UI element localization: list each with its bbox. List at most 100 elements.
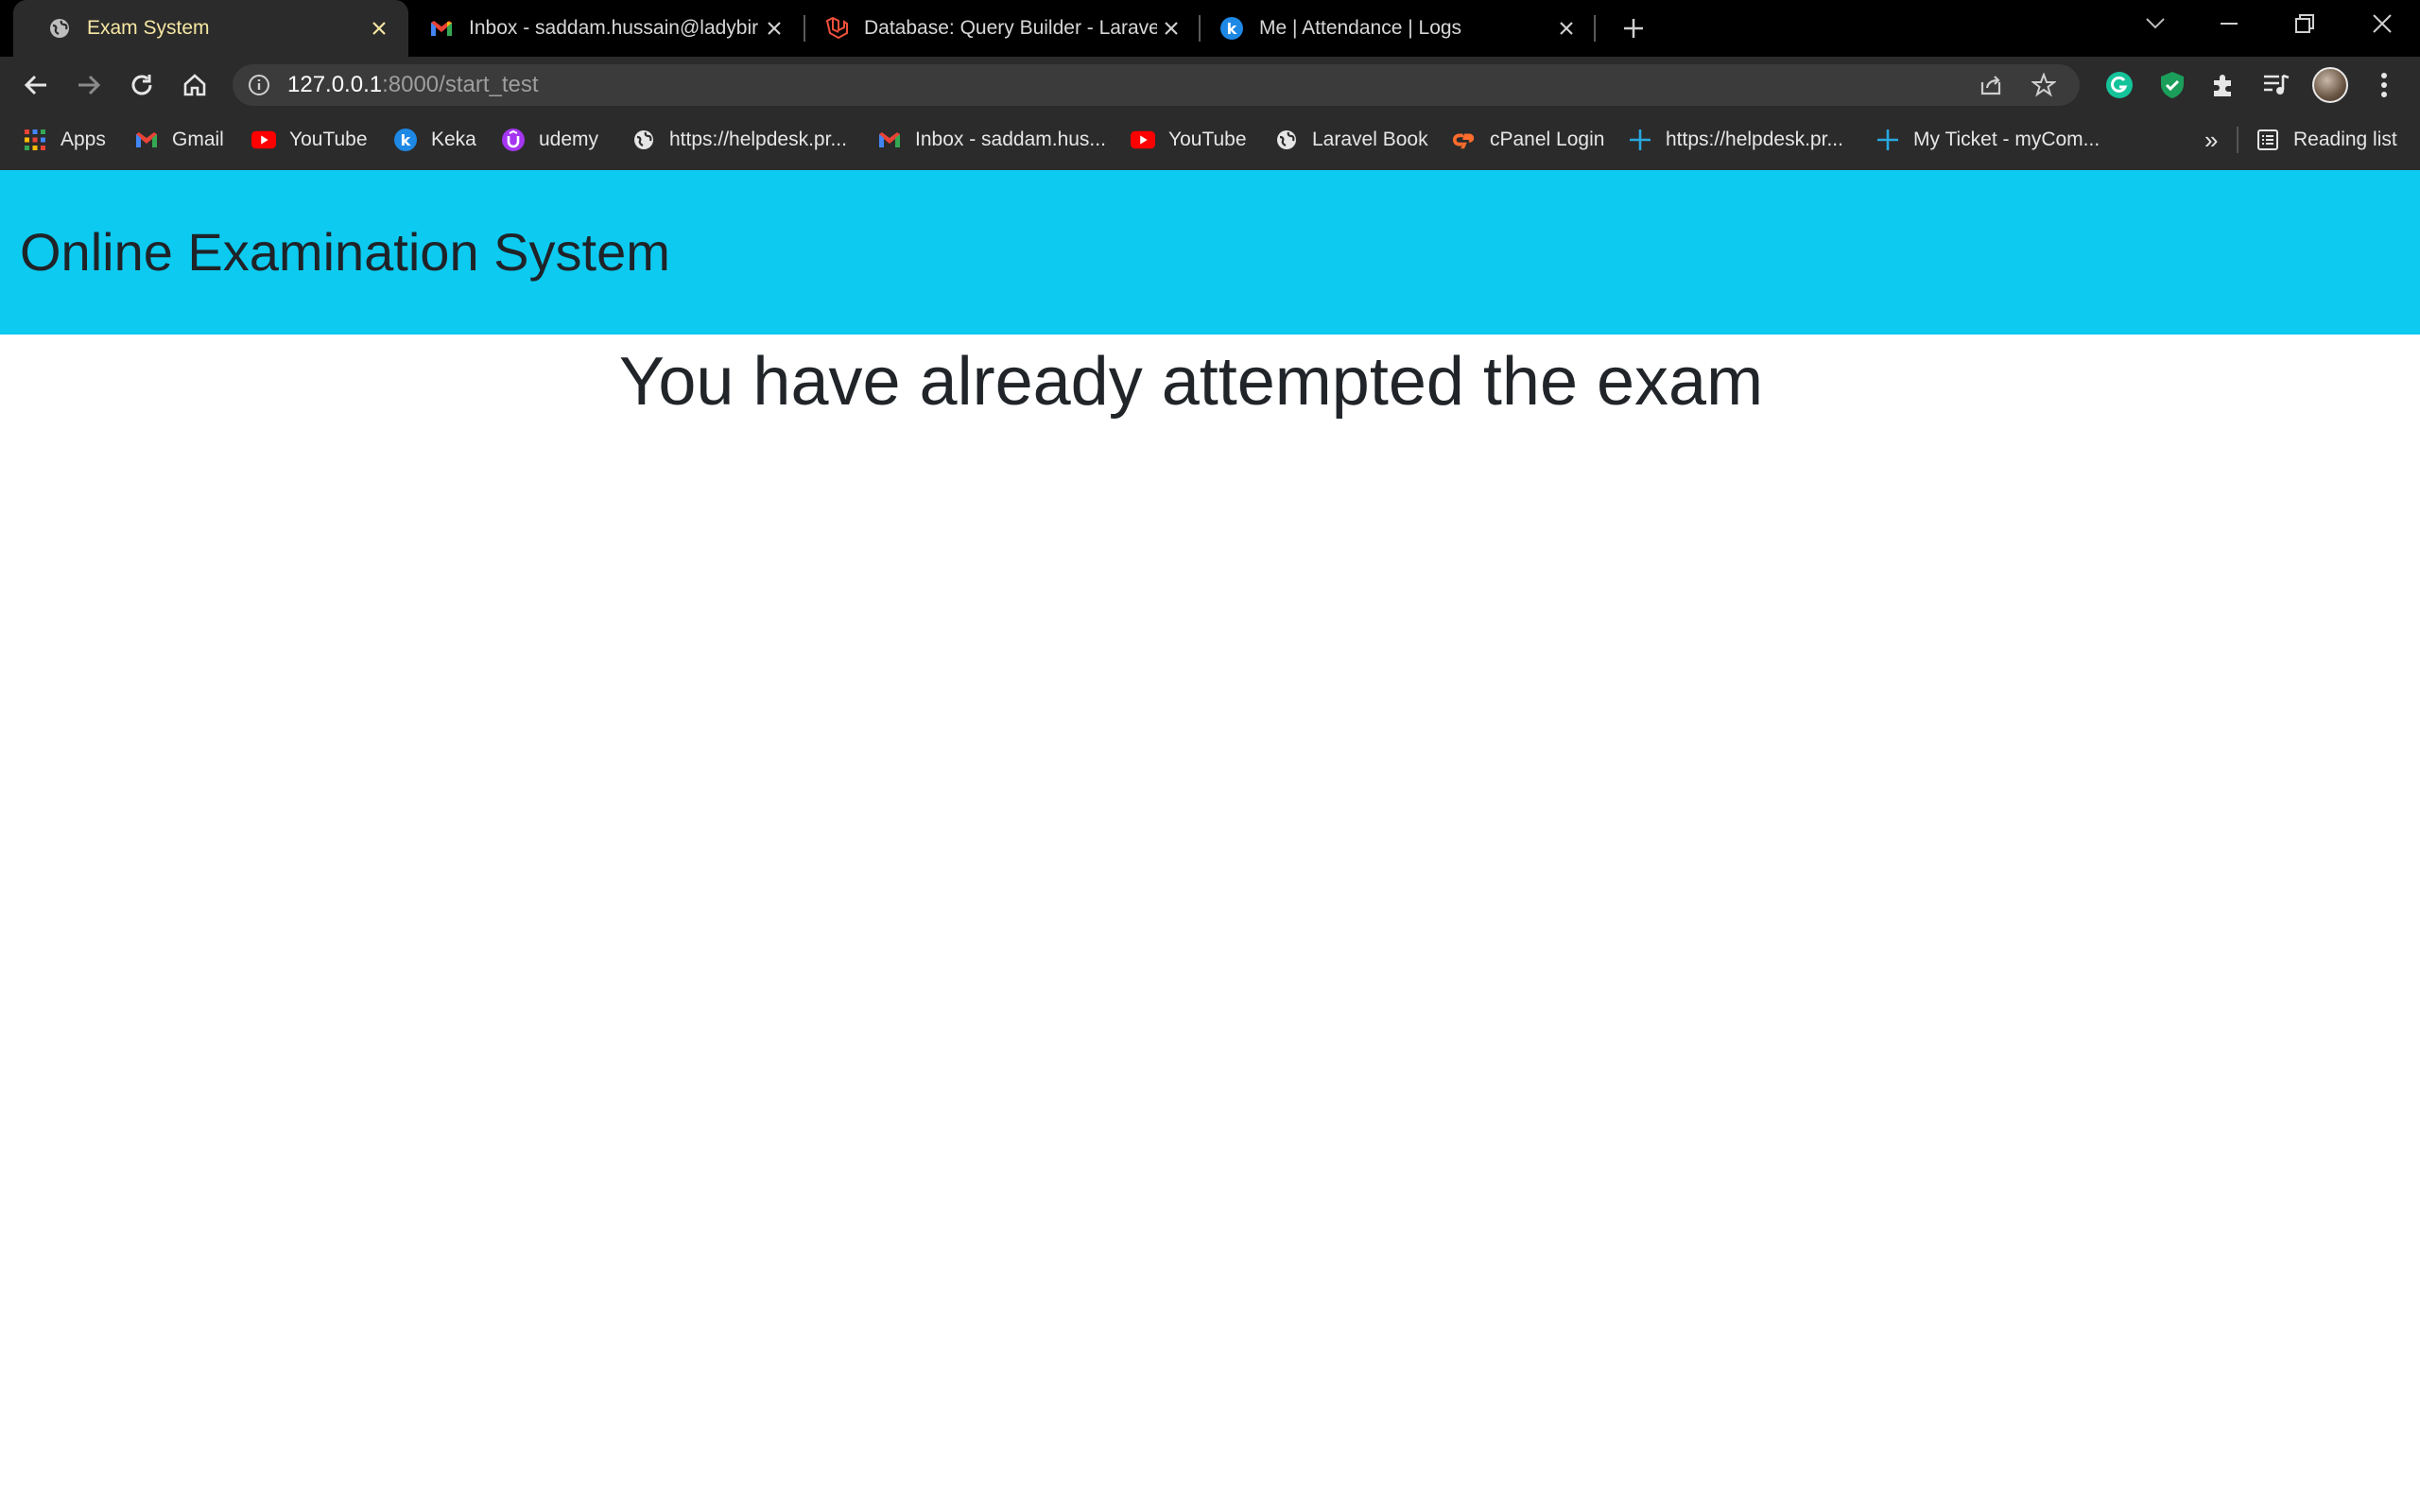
tab-title: Exam System [87, 17, 210, 39]
bookmark-star-icon[interactable] [2031, 72, 2057, 98]
tab-search-button[interactable] [2118, 0, 2193, 47]
site-header: Online Examination System [0, 170, 2420, 335]
tab-exam-system[interactable]: Exam System [13, 0, 408, 57]
bookmark-cpanel-login[interactable]: cPanel Login [1452, 113, 1604, 166]
close-tab-icon[interactable] [365, 14, 393, 43]
bookmark-label: YouTube [289, 129, 368, 150]
new-tab-button[interactable] [1616, 11, 1651, 45]
reading-list-icon [2256, 128, 2280, 152]
bookmark-keka[interactable]: k Keka [393, 113, 476, 166]
exam-status-message: You have already attempted the exam [618, 344, 1764, 420]
bookmark-label: https://helpdesk.pr... [1666, 129, 1843, 150]
svg-text:k: k [1227, 20, 1237, 38]
plus-cross-icon [1876, 128, 1900, 152]
bookmark-label: Laravel Book [1312, 129, 1428, 150]
close-tab-icon[interactable] [1157, 14, 1185, 43]
bookmarks-bar: Apps Gmail YouTube k Keka udemy https://… [0, 113, 2420, 170]
tab-laravel-query-builder[interactable]: Database: Query Builder - Laravel [805, 0, 1201, 57]
bookmark-gmail-inbox[interactable]: Inbox - saddam.hus... [877, 113, 1106, 166]
close-tab-icon[interactable] [760, 14, 788, 43]
browser-toolbar: 127.0.0.1:8000/start_test [0, 57, 2420, 113]
plus-cross-icon [1628, 128, 1652, 152]
bookmark-label: My Ticket - myCom... [1913, 129, 2100, 150]
bookmark-my-ticket[interactable]: My Ticket - myCom... [1876, 113, 2100, 166]
minimize-icon [2221, 23, 2238, 25]
youtube-icon [1131, 128, 1155, 152]
keka-icon: k [1219, 16, 1244, 41]
browser-tab-strip: Exam System Inbox - saddam.hussain@ladyb… [0, 0, 2420, 57]
minimize-button[interactable] [2191, 0, 2267, 47]
laravel-icon [824, 16, 849, 41]
tab-title: Me | Attendance | Logs [1259, 17, 1462, 39]
globe-icon [1274, 128, 1299, 152]
keka-icon: k [393, 128, 418, 152]
reading-list-label: Reading list [2293, 129, 2397, 150]
url-text: 127.0.0.1:8000/start_test [287, 64, 539, 106]
restore-button[interactable] [2267, 0, 2342, 47]
bookmark-label: Inbox - saddam.hus... [915, 129, 1106, 150]
reading-list-button[interactable]: Reading list [2256, 113, 2397, 166]
tab-gmail-inbox[interactable]: Inbox - saddam.hussain@ladybir [408, 0, 804, 57]
youtube-icon [251, 128, 276, 152]
bookmark-label: Keka [431, 129, 476, 150]
close-icon [2373, 14, 2392, 33]
tab-title: Inbox - saddam.hussain@ladybir [469, 17, 759, 39]
playlist-music-icon [2264, 74, 2290, 94]
bookmarks-overflow-button[interactable]: » [2204, 113, 2218, 166]
bookmark-label: https://helpdesk.pr... [669, 129, 847, 150]
home-icon [183, 74, 206, 96]
bookmark-label: cPanel Login [1490, 129, 1605, 150]
globe-icon [47, 16, 72, 41]
bookmark-youtube-2[interactable]: YouTube [1131, 113, 1247, 166]
gmail-icon [429, 16, 454, 41]
bookmark-label: YouTube [1168, 129, 1247, 150]
extensions-button[interactable] [2204, 66, 2242, 104]
shield-extension-button[interactable] [2153, 66, 2191, 104]
shield-icon [2161, 72, 2184, 98]
share-icon[interactable] [1978, 72, 2004, 98]
url-path: :8000/start_test [382, 72, 539, 97]
gmail-icon [877, 128, 902, 152]
gmail-icon [134, 128, 159, 152]
bookmark-laravel-book[interactable]: Laravel Book [1274, 113, 1428, 166]
grammarly-extension-button[interactable] [2100, 66, 2138, 104]
arrow-left-icon [24, 75, 46, 95]
site-title: Online Examination System [20, 222, 670, 282]
bookmarks-separator [2237, 127, 2238, 153]
media-controls-button[interactable] [2257, 66, 2295, 104]
globe-icon [631, 128, 656, 152]
grammarly-icon [2106, 72, 2133, 98]
restore-icon [2295, 14, 2314, 33]
close-window-button[interactable] [2344, 0, 2420, 47]
forward-button[interactable] [70, 66, 108, 104]
site-info-icon[interactable] [246, 72, 272, 98]
bookmark-udemy[interactable]: udemy [501, 113, 598, 166]
bookmark-label: Apps [60, 129, 106, 150]
chevron-down-icon [2146, 18, 2165, 29]
apps-grid-icon [23, 128, 47, 152]
reload-button[interactable] [123, 66, 161, 104]
more-vertical-icon [2381, 73, 2387, 97]
udemy-icon [501, 128, 526, 152]
bookmark-label: udemy [539, 129, 599, 150]
tab-keka-attendance[interactable]: k Me | Attendance | Logs [1201, 0, 1596, 57]
bookmark-helpdesk-2[interactable]: https://helpdesk.pr... [1628, 113, 1843, 166]
reload-icon [131, 75, 152, 95]
tab-title: Database: Query Builder - Laravel [864, 17, 1157, 39]
back-button[interactable] [17, 66, 55, 104]
arrow-right-icon [78, 75, 101, 95]
close-tab-icon[interactable] [1552, 14, 1581, 43]
bookmark-gmail[interactable]: Gmail [134, 113, 224, 166]
browser-menu-button[interactable] [2365, 66, 2403, 104]
tab-separator [1594, 15, 1596, 42]
plus-icon [1624, 19, 1643, 38]
bookmark-youtube[interactable]: YouTube [251, 113, 368, 166]
address-bar[interactable]: 127.0.0.1:8000/start_test [233, 64, 2080, 106]
home-button[interactable] [176, 66, 214, 104]
svg-text:k: k [401, 131, 411, 149]
bookmark-apps[interactable]: Apps [23, 113, 106, 166]
profile-avatar[interactable] [2312, 67, 2348, 103]
bookmark-helpdesk[interactable]: https://helpdesk.pr... [631, 113, 847, 166]
url-host: 127.0.0.1 [287, 72, 383, 97]
cpanel-icon [1452, 128, 1477, 152]
